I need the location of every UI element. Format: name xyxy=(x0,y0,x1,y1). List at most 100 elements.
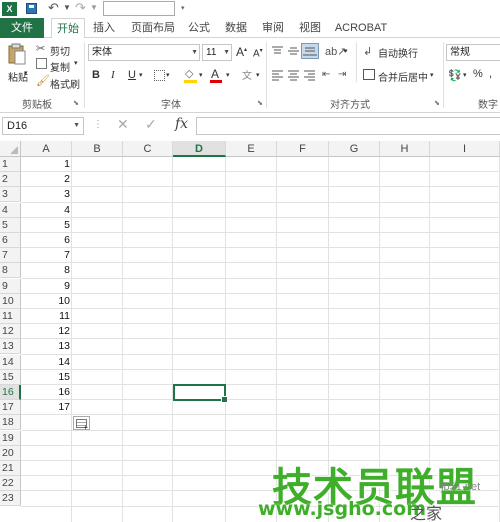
decrease-indent-icon[interactable]: ⇤ xyxy=(322,69,330,80)
italic-button[interactable]: I xyxy=(111,69,115,81)
tab-page-layout[interactable]: 页面布局 xyxy=(128,18,178,38)
align-left-icon[interactable] xyxy=(271,70,284,84)
wrap-text-button[interactable]: 自动换行 xyxy=(378,45,418,60)
tab-review[interactable]: 审阅 xyxy=(258,18,288,38)
shrink-font-button[interactable]: A▾ xyxy=(253,47,263,59)
column-header-b[interactable]: B xyxy=(72,141,123,157)
paste-dropdown-icon[interactable]: ▾ xyxy=(24,69,28,77)
tab-data[interactable]: 数据 xyxy=(221,18,251,38)
alignment-launcher-icon[interactable]: ⬊ xyxy=(434,99,440,107)
underline-button[interactable]: U xyxy=(128,69,136,81)
row-header-6[interactable]: 6 xyxy=(0,233,21,248)
column-header-i[interactable]: I xyxy=(430,141,500,157)
autofill-options-icon[interactable] xyxy=(73,416,90,432)
tab-view[interactable]: 视图 xyxy=(295,18,325,38)
merge-dropdown-icon[interactable]: ▾ xyxy=(430,71,434,79)
phonetic-dropdown-icon[interactable]: ▾ xyxy=(256,71,260,79)
select-all-button[interactable] xyxy=(0,141,21,157)
cut-button[interactable]: 剪切 xyxy=(50,43,70,58)
quick-access-box[interactable] xyxy=(103,1,175,16)
undo-dropdown-icon[interactable]: ▼ xyxy=(63,3,71,12)
cell-a6[interactable]: 6 xyxy=(21,233,72,248)
row-header-13[interactable]: 13 xyxy=(0,339,21,355)
undo-icon[interactable]: ↶ xyxy=(48,0,59,16)
copy-dropdown-icon[interactable]: ▾ xyxy=(74,59,78,67)
cell-a3[interactable]: 3 xyxy=(21,187,72,202)
wrap-text-icon[interactable]: ↲ xyxy=(363,45,372,58)
row-header-23[interactable]: 23 xyxy=(0,491,21,507)
orientation-dropdown-icon[interactable]: ▾ xyxy=(344,47,348,55)
redo-dropdown-icon[interactable]: ▼ xyxy=(90,3,98,12)
border-icon[interactable] xyxy=(154,70,165,81)
row-header-16[interactable]: 16 xyxy=(0,385,21,400)
cell-a9[interactable]: 9 xyxy=(21,279,72,294)
tab-acrobat[interactable]: ACROBAT xyxy=(333,18,389,38)
column-header-h[interactable]: H xyxy=(380,141,430,157)
active-cell-d16[interactable] xyxy=(173,384,228,403)
clipboard-launcher-icon[interactable]: ⬊ xyxy=(73,99,79,107)
border-dropdown-icon[interactable]: ▾ xyxy=(166,71,170,79)
font-color-dropdown-icon[interactable]: ▾ xyxy=(226,71,230,79)
name-box[interactable]: D16 ▼ xyxy=(2,117,84,135)
tab-file[interactable]: 文件 xyxy=(0,18,44,38)
column-header-f[interactable]: F xyxy=(277,141,329,157)
row-header-14[interactable]: 14 xyxy=(0,354,21,370)
merge-center-icon[interactable] xyxy=(363,69,375,80)
cell-a17[interactable]: 17 xyxy=(21,400,72,415)
redo-icon[interactable]: ↷ xyxy=(75,0,86,16)
cell-a7[interactable]: 7 xyxy=(21,248,72,263)
row-header-18[interactable]: 18 xyxy=(0,415,21,431)
align-top-icon[interactable] xyxy=(271,46,284,60)
cell-a15[interactable]: 15 xyxy=(21,370,72,385)
cell-a10[interactable]: 10 xyxy=(21,294,72,309)
cell-a1[interactable]: 1 xyxy=(21,157,72,172)
comma-button[interactable]: , xyxy=(489,68,492,80)
align-right-icon[interactable] xyxy=(303,70,316,84)
insert-function-button[interactable]: fx xyxy=(175,116,188,132)
enter-icon[interactable]: ✓ xyxy=(145,116,157,133)
tab-home[interactable]: 开始 xyxy=(51,18,85,39)
row-header-20[interactable]: 20 xyxy=(0,445,21,461)
save-icon[interactable] xyxy=(26,3,37,14)
cell-a13[interactable]: 13 xyxy=(21,339,72,354)
align-bottom-icon[interactable] xyxy=(301,43,319,59)
tab-insert[interactable]: 插入 xyxy=(89,18,119,38)
row-header-8[interactable]: 8 xyxy=(0,263,21,279)
percent-button[interactable]: % xyxy=(473,68,483,80)
currency-icon[interactable]: 💱 xyxy=(448,69,462,82)
cell-a16[interactable]: 16 xyxy=(21,385,72,400)
row-header-3[interactable]: 3 xyxy=(0,187,21,203)
fill-color-dropdown-icon[interactable]: ▾ xyxy=(199,71,203,79)
align-middle-icon[interactable] xyxy=(287,46,300,60)
number-format-select[interactable]: 常规 xyxy=(446,44,500,61)
customize-qat-icon[interactable]: ▾ xyxy=(181,4,185,12)
fill-color-icon[interactable]: ◇ xyxy=(185,67,193,80)
formula-input[interactable] xyxy=(196,117,500,135)
cell-a5[interactable]: 5 xyxy=(21,218,72,233)
cell-a8[interactable]: 8 xyxy=(21,263,72,278)
font-launcher-icon[interactable]: ⬊ xyxy=(257,99,263,107)
tab-formulas[interactable]: 公式 xyxy=(184,18,214,38)
currency-dropdown-icon[interactable]: ▾ xyxy=(463,71,467,79)
bold-button[interactable]: B xyxy=(92,69,100,81)
font-name-select[interactable]: 宋体 ▼ xyxy=(88,44,200,61)
column-header-c[interactable]: C xyxy=(123,141,173,157)
cell-a4[interactable]: 4 xyxy=(21,203,72,218)
merge-center-button[interactable]: 合并后居中 xyxy=(378,69,428,84)
phonetic-icon[interactable]: 文 xyxy=(242,67,252,82)
column-header-d[interactable]: D xyxy=(173,141,226,157)
row-header-9[interactable]: 9 xyxy=(0,278,21,294)
row-header-22[interactable]: 22 xyxy=(0,476,21,492)
paste-icon[interactable] xyxy=(8,43,26,65)
font-size-select[interactable]: 11 ▼ xyxy=(202,44,232,61)
align-center-icon[interactable] xyxy=(287,70,300,84)
row-header-2[interactable]: 2 xyxy=(0,172,21,188)
row-header-7[interactable]: 7 xyxy=(0,248,21,264)
format-painter-button[interactable]: 格式刷 xyxy=(50,76,80,91)
cell-a12[interactable]: 12 xyxy=(21,324,72,339)
row-header-19[interactable]: 19 xyxy=(0,430,21,446)
cell-a11[interactable]: 11 xyxy=(21,309,72,324)
row-header-5[interactable]: 5 xyxy=(0,217,21,233)
font-color-icon[interactable]: A xyxy=(211,67,219,81)
cell-a14[interactable]: 14 xyxy=(21,355,72,370)
